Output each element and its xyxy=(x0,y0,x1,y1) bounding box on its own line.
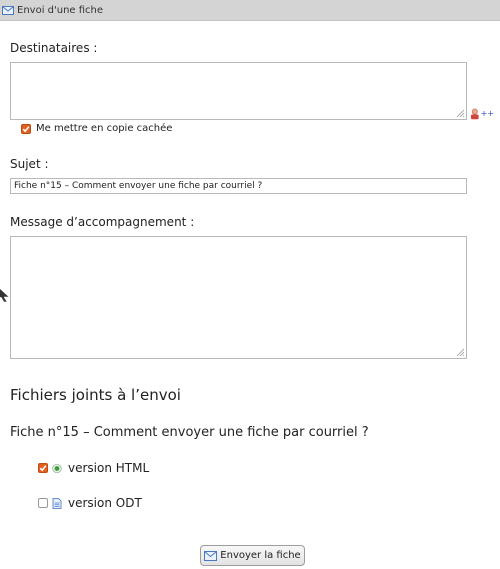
resize-grip-icon[interactable] xyxy=(456,348,464,356)
resize-grip-icon[interactable] xyxy=(456,109,464,117)
dialog-titlebar: Envoi d'une fiche xyxy=(0,0,500,21)
subject-label: Sujet : xyxy=(10,157,49,171)
recipients-label: Destinataires : xyxy=(10,41,98,55)
message-label: Message d’accompagnement : xyxy=(10,215,195,229)
fiche-title: Fiche n°15 – Comment envoyer une fiche p… xyxy=(10,425,369,440)
send-fiche-label: Envoyer la fiche xyxy=(220,550,301,561)
html-globe-icon xyxy=(52,463,62,473)
html-version-checkbox[interactable] xyxy=(38,463,48,473)
message-textarea[interactable] xyxy=(10,236,467,359)
mail-icon xyxy=(2,5,14,15)
add-recipient-label: ++ xyxy=(480,109,494,118)
odt-version-label: version ODT xyxy=(68,496,142,510)
mail-icon xyxy=(204,550,218,561)
checkmark-icon xyxy=(39,465,47,472)
dialog-title: Envoi d'une fiche xyxy=(17,4,104,16)
attachment-row-html[interactable]: version HTML xyxy=(38,461,149,475)
odt-version-checkbox[interactable] xyxy=(38,498,48,508)
add-recipient-button[interactable]: ++ xyxy=(470,108,494,120)
bcc-label: Me mettre en copie cachée xyxy=(36,123,173,134)
add-user-icon xyxy=(470,108,479,120)
mouse-cursor-icon xyxy=(0,288,10,302)
checkmark-icon xyxy=(22,126,30,133)
attachment-row-odt[interactable]: version ODT xyxy=(38,496,142,510)
odt-document-icon xyxy=(52,497,62,509)
subject-input[interactable] xyxy=(10,178,467,194)
recipients-textarea[interactable] xyxy=(10,62,467,120)
attachments-heading: Fichiers joints à l’envoi xyxy=(10,386,181,404)
bcc-checkbox[interactable] xyxy=(21,124,31,134)
html-version-label: version HTML xyxy=(68,461,150,475)
send-fiche-button[interactable]: Envoyer la fiche xyxy=(200,545,305,566)
